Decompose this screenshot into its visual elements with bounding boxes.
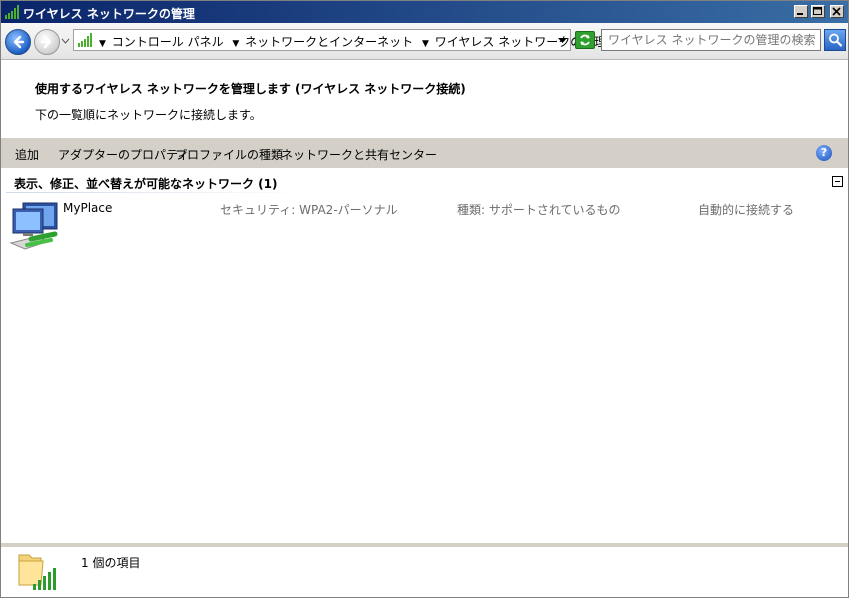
- list-item[interactable]: MyPlace セキュリティ: WPA2-パーソナル 種類: サポートされている…: [5, 197, 845, 253]
- collapse-icon[interactable]: [832, 176, 843, 187]
- network-sharing-center-button[interactable]: ネットワークと共有センター: [281, 146, 437, 163]
- group-header[interactable]: 表示、修正、並べ替えが可能なネットワーク (1): [1, 171, 848, 193]
- breadcrumb-control-panel[interactable]: コントロール パネル: [112, 35, 224, 49]
- folder-signal-icon: [18, 554, 56, 590]
- search-input[interactable]: [608, 31, 820, 49]
- adapter-properties-button[interactable]: アダプターのプロパティ: [58, 146, 189, 163]
- group-divider: [6, 192, 306, 193]
- window-title: ワイヤレス ネットワークの管理: [23, 7, 195, 21]
- window: ワイヤレス ネットワークの管理 ▼ コントロール パネル ▼ ネットワークとイン…: [0, 0, 849, 598]
- recent-pages-chevron-icon[interactable]: [61, 38, 70, 44]
- address-field[interactable]: ▼ コントロール パネル ▼ ネットワークとインターネット ▼ ワイヤレス ネッ…: [73, 29, 606, 51]
- search-icon: [829, 33, 843, 47]
- forward-button[interactable]: [34, 29, 60, 55]
- page-title: 使用するワイヤレス ネットワークを管理します (ワイヤレス ネットワーク接続): [35, 82, 466, 96]
- back-button[interactable]: [5, 29, 31, 55]
- breadcrumb-separator-icon[interactable]: ▼: [232, 39, 239, 49]
- breadcrumb-network-internet[interactable]: ネットワークとインターネット: [245, 35, 413, 49]
- group-title: 表示、修正、並べ替えが可能なネットワーク (1): [14, 177, 278, 191]
- item-count: 1 個の項目: [81, 556, 141, 570]
- profile-types-button[interactable]: プロファイルの種類: [175, 146, 283, 163]
- back-arrow-icon: [13, 35, 25, 49]
- search-button[interactable]: [824, 29, 846, 51]
- command-bar: 追加 アダプターのプロパティ プロファイルの種類 ネットワークと共有センター ?: [1, 138, 848, 168]
- network-type: 種類: サポートされているもの: [457, 203, 621, 217]
- breadcrumb: ▼ コントロール パネル ▼ ネットワークとインターネット ▼ ワイヤレス ネッ…: [96, 33, 608, 50]
- computer-network-icon: [9, 202, 58, 250]
- search-field[interactable]: [601, 29, 821, 51]
- address-bar: ▼ コントロール パネル ▼ ネットワークとインターネット ▼ ワイヤレス ネッ…: [1, 23, 848, 60]
- forward-arrow-icon: [40, 35, 52, 49]
- network-name: MyPlace: [63, 201, 113, 215]
- breadcrumb-separator-icon[interactable]: ▼: [99, 39, 106, 49]
- title-bar[interactable]: ワイヤレス ネットワークの管理: [1, 1, 848, 23]
- wireless-network-icon: [4, 4, 20, 20]
- add-button[interactable]: 追加: [15, 146, 39, 163]
- page-header: 使用するワイヤレス ネットワークを管理します (ワイヤレス ネットワーク接続) …: [1, 60, 848, 138]
- refresh-button[interactable]: [575, 31, 595, 49]
- address-dropdown-icon[interactable]: [558, 38, 567, 44]
- breadcrumb-separator-icon[interactable]: ▼: [422, 39, 429, 49]
- refresh-icon: [580, 34, 590, 46]
- network-connection-mode: 自動的に接続する: [698, 203, 795, 217]
- maximize-button[interactable]: [811, 5, 825, 18]
- details-pane: 1 個の項目: [1, 543, 848, 597]
- page-subtitle: 下の一覧順にネットワークに接続します。: [35, 108, 262, 122]
- help-icon[interactable]: ?: [816, 145, 832, 161]
- minimize-button[interactable]: [794, 5, 808, 18]
- close-button[interactable]: [830, 5, 844, 18]
- network-security: セキュリティ: WPA2-パーソナル: [220, 203, 398, 217]
- wireless-network-icon: [78, 33, 92, 47]
